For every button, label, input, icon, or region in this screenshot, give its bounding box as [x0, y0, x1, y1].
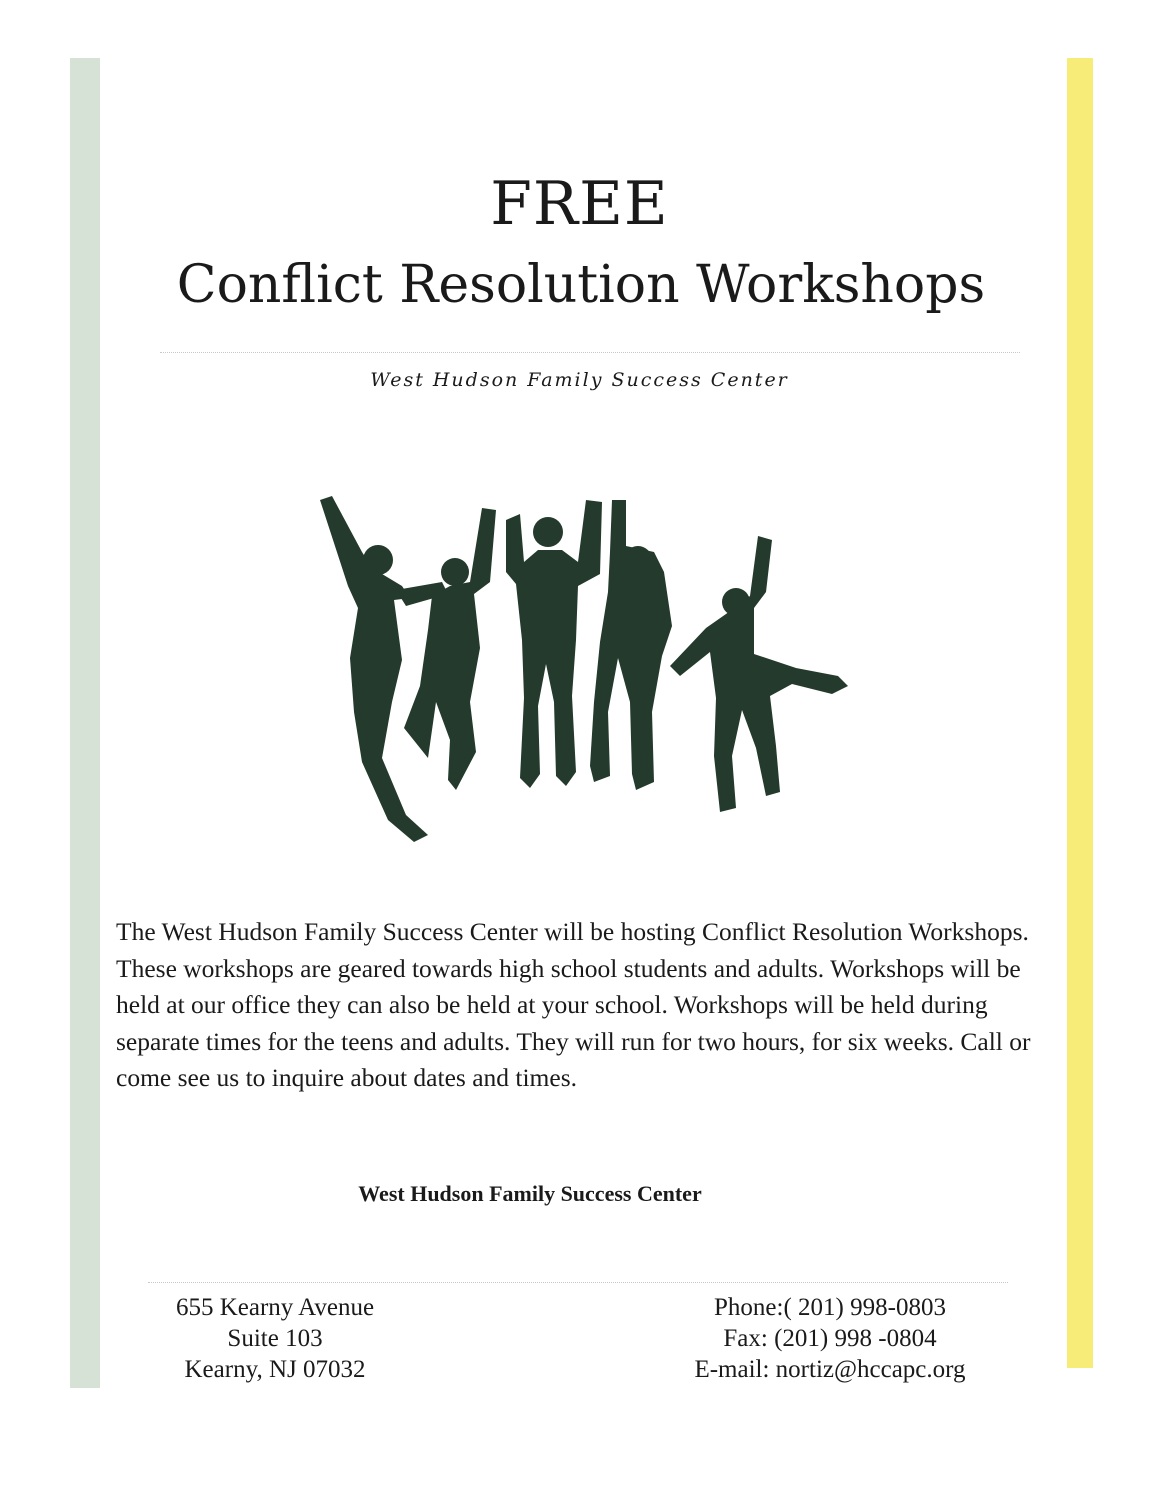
subtitle-center-name: West Hudson Family Success Center: [370, 369, 789, 391]
organization-name: West Hudson Family Success Center: [358, 1181, 702, 1206]
contact-phone: Phone:( 201) 998-0803: [714, 1294, 946, 1321]
contact-block: Phone:( 201) 998-0803 Fax: (201) 998 -08…: [640, 1292, 1020, 1385]
workshop-description: The West Hudson Family Success Center wi…: [116, 917, 1031, 1092]
address-city: Kearny, NJ 07032: [184, 1356, 366, 1383]
title-free: FREE: [490, 169, 669, 239]
address-suite: Suite 103: [227, 1325, 323, 1352]
right-decorative-stripe: [1067, 58, 1093, 1368]
address-block: 655 Kearny Avenue Suite 103 Kearny, NJ 0…: [120, 1292, 430, 1385]
divider-bottom: [148, 1282, 1008, 1283]
jumping-people-silhouette-icon: [320, 496, 848, 842]
divider-top: [160, 352, 1020, 353]
title-workshops: Conflict Resolution Workshops: [176, 255, 986, 315]
contact-email: E-mail: nortiz@hccapc.org: [694, 1356, 966, 1383]
contact-fax: Fax: (201) 998 -0804: [723, 1325, 937, 1352]
address-street: 655 Kearny Avenue: [175, 1294, 375, 1321]
